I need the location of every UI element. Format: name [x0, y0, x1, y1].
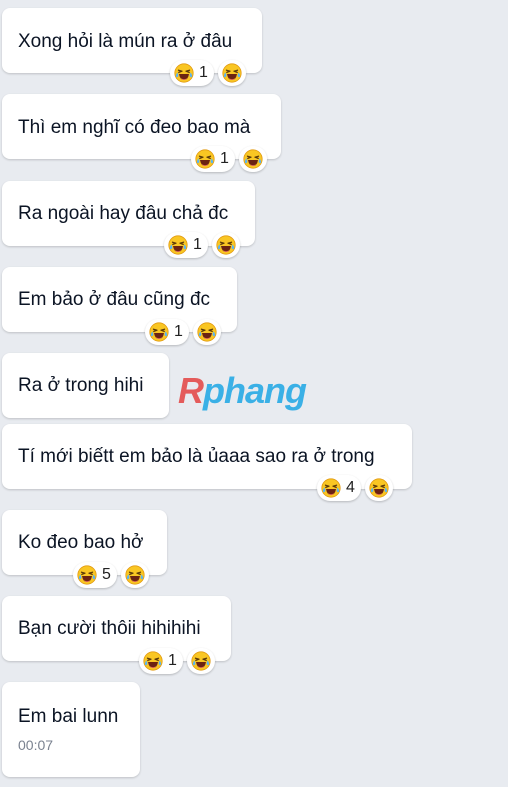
add-reaction-button[interactable] [211, 232, 240, 258]
laughing-emoji-icon [195, 149, 215, 169]
reaction-bar: 1 [145, 318, 221, 346]
laughing-emoji-icon [168, 235, 188, 255]
laughing-emoji-icon [222, 63, 242, 83]
message-text: Ra ngoài hay đâu chả đc [18, 203, 229, 224]
message-text: Tí mới biếtt em bảo là ủaaa sao ra ở tro… [18, 446, 375, 467]
reaction-bar: 5 [73, 561, 149, 589]
message-text: Em bai lunn [18, 706, 119, 727]
reaction-count-pill[interactable]: 4 [317, 475, 361, 501]
reaction-count-pill[interactable]: 1 [139, 648, 183, 674]
watermark-text: phang [203, 370, 307, 411]
reaction-count: 1 [220, 150, 229, 167]
add-reaction-button[interactable] [364, 475, 393, 501]
message-text: Ko đeo bao hở [18, 532, 144, 553]
add-reaction-button[interactable] [238, 146, 267, 172]
laughing-emoji-icon [216, 235, 236, 255]
laughing-emoji-icon [243, 149, 263, 169]
add-reaction-button[interactable] [192, 319, 221, 345]
add-reaction-button[interactable] [217, 60, 246, 86]
message-timestamp: 00:07 [18, 737, 54, 753]
laughing-emoji-icon [174, 63, 194, 83]
message-bubble[interactable]: Ra ở trong hihi [2, 353, 169, 418]
reaction-bar: 1 [139, 647, 215, 675]
reaction-count-pill[interactable]: 1 [164, 232, 208, 258]
reaction-bar: 1 [164, 231, 240, 259]
message-text: Em bảo ở đâu cũng đc [18, 289, 211, 310]
message-text: Bạn cười thôii hihihihi [18, 618, 201, 639]
message-bubble[interactable]: Em bai lunn 00:07 [2, 682, 140, 777]
laughing-emoji-icon [369, 478, 389, 498]
laughing-emoji-icon [125, 565, 145, 585]
reaction-count: 5 [102, 566, 111, 583]
laughing-emoji-icon [321, 478, 341, 498]
reaction-bar: 4 [317, 474, 393, 502]
reaction-count: 4 [346, 479, 355, 496]
laughing-emoji-icon [191, 651, 211, 671]
laughing-emoji-icon [197, 322, 217, 342]
reaction-count-pill[interactable]: 1 [145, 319, 189, 345]
reaction-bar: 1 [170, 59, 246, 87]
message-text: Thì em nghĩ có đeo bao mà [18, 117, 251, 138]
reaction-count-pill[interactable]: 5 [73, 562, 117, 588]
reaction-count: 1 [168, 652, 177, 669]
reaction-count: 1 [199, 64, 208, 81]
reaction-bar: 1 [191, 145, 267, 173]
message-text: Xong hỏi là mún ra ở đâu [18, 31, 233, 52]
reaction-count-pill[interactable]: 1 [191, 146, 235, 172]
laughing-emoji-icon [77, 565, 97, 585]
reaction-count-pill[interactable]: 1 [170, 60, 214, 86]
watermark-logo: Rphang [178, 370, 307, 412]
reaction-count: 1 [193, 236, 202, 253]
laughing-emoji-icon [149, 322, 169, 342]
laughing-emoji-icon [143, 651, 163, 671]
reaction-count: 1 [174, 323, 183, 340]
watermark-letter: R [178, 370, 204, 411]
message-text: Ra ở trong hihi [18, 375, 144, 396]
add-reaction-button[interactable] [186, 648, 215, 674]
add-reaction-button[interactable] [120, 562, 149, 588]
